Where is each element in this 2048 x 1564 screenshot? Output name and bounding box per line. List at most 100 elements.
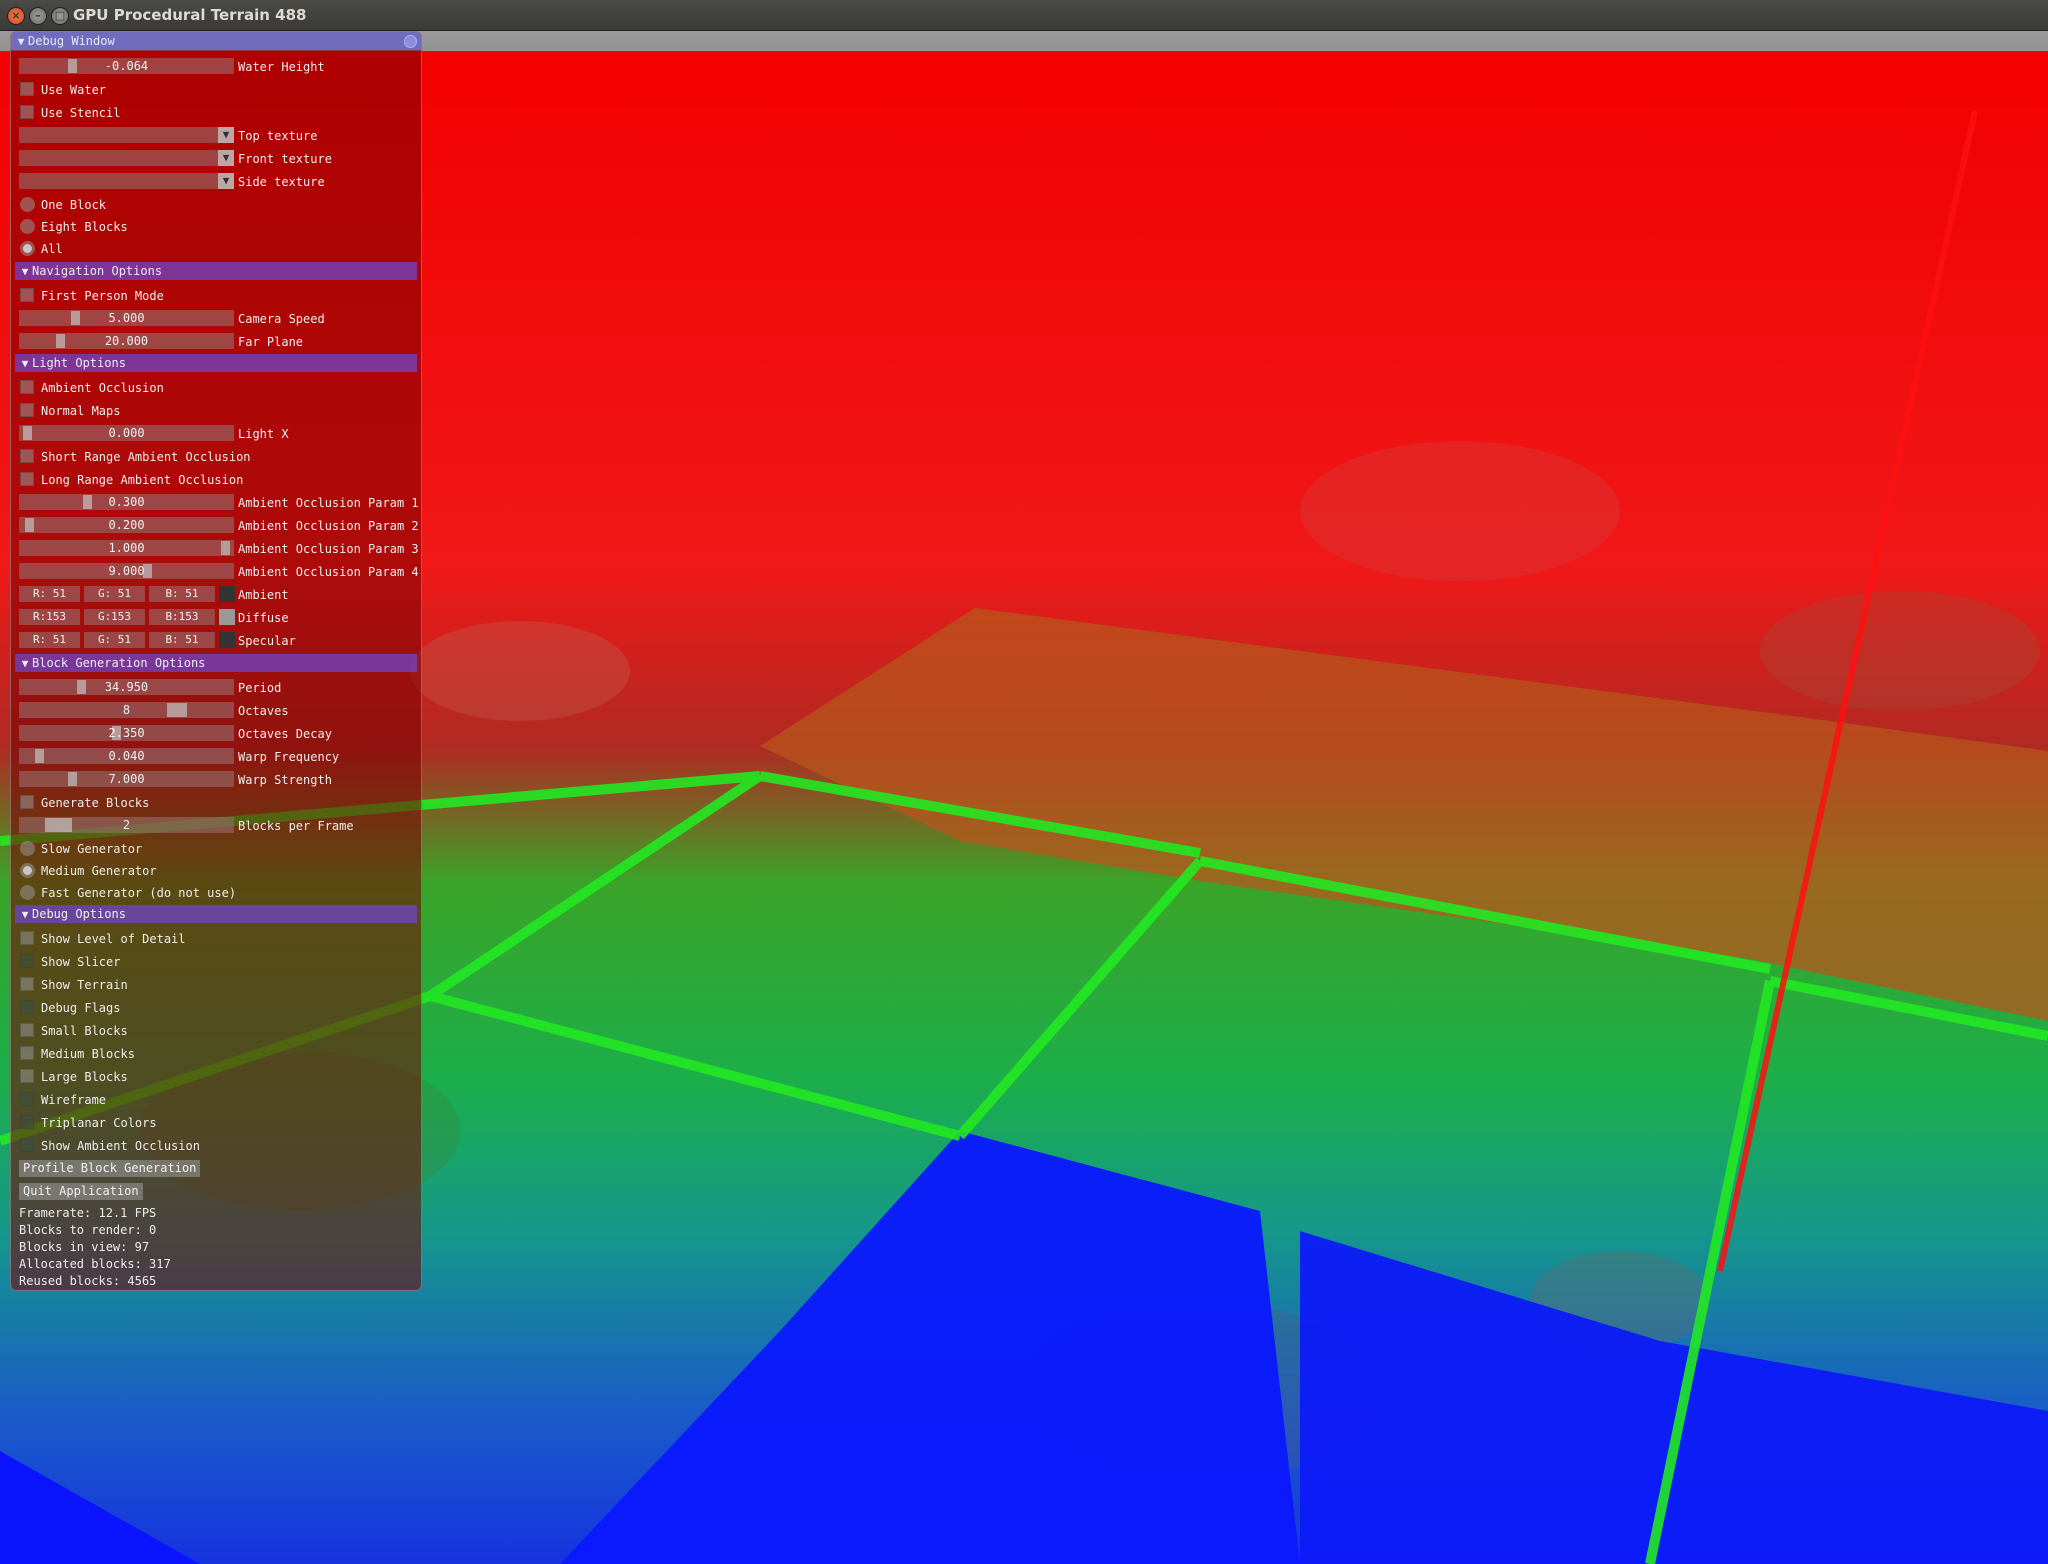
diffuse-color-swatch[interactable] [219, 609, 235, 625]
radio-label: Eight Blocks [41, 220, 128, 234]
small-blocks-checkbox[interactable] [20, 1023, 34, 1037]
checkbox-label: Show Slicer [41, 955, 121, 969]
slider-label: Far Plane [238, 335, 304, 349]
diffuse-g-field[interactable]: G:153 [84, 609, 145, 625]
diffuse-b-field[interactable]: B:153 [149, 609, 215, 625]
normal-maps-checkbox[interactable] [20, 403, 34, 417]
radio-label: One Block [41, 198, 107, 212]
period-slider[interactable]: 34.950 [19, 679, 234, 695]
one-block-radio[interactable] [20, 197, 35, 212]
debug-item-row: Medium Blocks [11, 1043, 421, 1065]
checkbox-label: Normal Maps [41, 404, 121, 418]
large-blocks-checkbox[interactable] [20, 1069, 34, 1083]
debug-window-header[interactable]: ▼ Debug Window [11, 32, 421, 50]
first-person-checkbox[interactable] [20, 288, 34, 302]
quit-application-button[interactable]: Quit Application [19, 1183, 143, 1200]
specular-g-field[interactable]: G: 51 [84, 632, 145, 648]
top-texture-combo[interactable]: ▼ [19, 127, 234, 143]
close-icon[interactable] [404, 35, 417, 48]
radio-label: All [41, 242, 63, 256]
water-height-slider[interactable]: -0.064 [19, 58, 234, 74]
combo-label: Front texture [238, 152, 332, 166]
slider-label: Warp Strength [238, 773, 332, 787]
navigation-options-header[interactable]: ▼ Navigation Options [15, 262, 417, 280]
far-plane-row: 20.000 Far Plane [11, 331, 421, 353]
debug-options-header[interactable]: ▼ Debug Options [15, 905, 417, 923]
ao-param-3-slider[interactable]: 1.000 [19, 540, 234, 556]
slider-value: -0.064 [104, 59, 149, 73]
radio-label: Slow Generator [41, 842, 143, 856]
ambient-color-swatch[interactable] [219, 586, 235, 602]
reused-blocks-text: Reused blocks: 4565 [19, 1274, 157, 1288]
diffuse-r-field[interactable]: R:153 [19, 609, 80, 625]
warp-frequency-row: 0.040 Warp Frequency [11, 746, 421, 768]
front-texture-combo[interactable]: ▼ [19, 150, 234, 166]
light-x-slider[interactable]: 0.000 [19, 425, 234, 441]
use-stencil-checkbox[interactable] [20, 105, 34, 119]
color-label: Specular [238, 634, 296, 648]
diffuse-color-row: R:153 G:153 B:153 Diffuse [11, 607, 421, 629]
show-slicer-checkbox[interactable] [20, 954, 34, 968]
dropdown-arrow-icon[interactable]: ▼ [218, 150, 234, 166]
all-blocks-radio[interactable] [20, 241, 35, 256]
specular-b-field[interactable]: B: 51 [149, 632, 215, 648]
camera-speed-slider[interactable]: 5.000 [19, 310, 234, 326]
profile-block-generation-button[interactable]: Profile Block Generation [19, 1160, 201, 1177]
ambient-g-field[interactable]: G: 51 [84, 586, 145, 602]
collapse-triangle-icon: ▼ [21, 265, 29, 278]
specular-color-swatch[interactable] [219, 632, 235, 648]
slider-value: 7.000 [108, 772, 145, 786]
octaves-slider[interactable]: 8 [19, 702, 234, 718]
show-ambient-occlusion-checkbox[interactable] [20, 1138, 34, 1152]
checkbox-label: Generate Blocks [41, 796, 150, 810]
slider-label: Blocks per Frame [238, 819, 354, 833]
use-water-checkbox[interactable] [20, 82, 34, 96]
collapse-triangle-icon[interactable]: ▼ [14, 33, 28, 51]
window-title: GPU Procedural Terrain 488 [73, 6, 307, 24]
wireframe-checkbox[interactable] [20, 1092, 34, 1106]
dropdown-arrow-icon[interactable]: ▼ [218, 173, 234, 189]
warp-strength-slider[interactable]: 7.000 [19, 771, 234, 787]
dropdown-arrow-icon[interactable]: ▼ [218, 127, 234, 143]
far-plane-slider[interactable]: 20.000 [19, 333, 234, 349]
show-level-of-detail-checkbox[interactable] [20, 931, 34, 945]
warp-frequency-slider[interactable]: 0.040 [19, 748, 234, 764]
medium-blocks-checkbox[interactable] [20, 1046, 34, 1060]
octaves-decay-slider[interactable]: 2.350 [19, 725, 234, 741]
ambient-b-field[interactable]: B: 51 [149, 586, 215, 602]
light-options-header[interactable]: ▼ Light Options [15, 354, 417, 372]
ao-param-2-slider[interactable]: 0.200 [19, 517, 234, 533]
minimize-window-button[interactable]: – [29, 7, 47, 25]
long-range-ao-checkbox[interactable] [20, 472, 34, 486]
title-bar: × – □ GPU Procedural Terrain 488 [0, 0, 2048, 31]
ambient-occlusion-row: Ambient Occlusion [11, 377, 421, 399]
ao-param-4-slider[interactable]: 9.000 [19, 563, 234, 579]
specular-r-field[interactable]: R: 51 [19, 632, 80, 648]
fast-generator-radio[interactable] [20, 885, 35, 900]
triplanar-colors-checkbox[interactable] [20, 1115, 34, 1129]
short-range-ao-checkbox[interactable] [20, 449, 34, 463]
ambient-occlusion-checkbox[interactable] [20, 380, 34, 394]
ao-param-2-row: 0.200 Ambient Occlusion Param 2 [11, 515, 421, 537]
use-stencil-row: Use Stencil [11, 102, 421, 124]
blocks-in-view-text: Blocks in view: 97 [19, 1240, 150, 1254]
debug-flags-checkbox[interactable] [20, 1000, 34, 1014]
maximize-window-button[interactable]: □ [51, 7, 69, 25]
medium-generator-radio[interactable] [20, 863, 35, 878]
generate-blocks-checkbox[interactable] [20, 795, 34, 809]
show-terrain-checkbox[interactable] [20, 977, 34, 991]
slow-generator-radio[interactable] [20, 841, 35, 856]
ambient-r-field[interactable]: R: 51 [19, 586, 80, 602]
side-texture-combo[interactable]: ▼ [19, 173, 234, 189]
fast-generator-row: Fast Generator (do not use) [11, 882, 421, 904]
slider-value: 9.000 [108, 564, 145, 578]
eight-blocks-radio[interactable] [20, 219, 35, 234]
section-title: Navigation Options [32, 264, 163, 278]
checkbox-label: Large Blocks [41, 1070, 128, 1084]
block-generation-header[interactable]: ▼ Block Generation Options [15, 654, 417, 672]
ao-param-1-slider[interactable]: 0.300 [19, 494, 234, 510]
blocks-per-frame-slider[interactable]: 2 [19, 817, 234, 833]
close-window-button[interactable]: × [7, 7, 25, 25]
slider-label: Warp Frequency [238, 750, 340, 764]
medium-generator-row: Medium Generator [11, 860, 421, 882]
